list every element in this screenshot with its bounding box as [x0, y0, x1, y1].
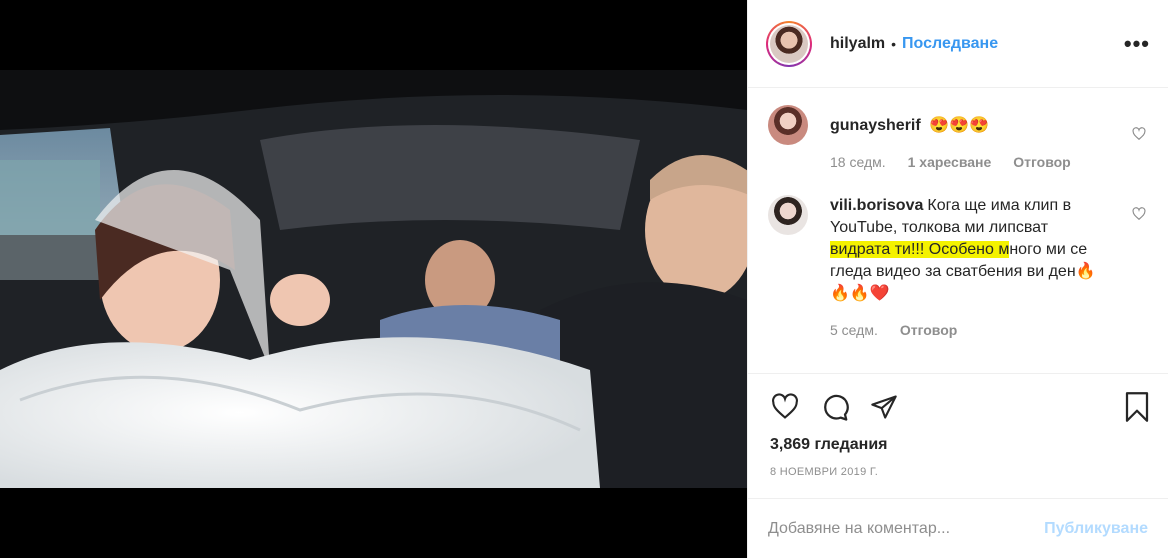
- comment-body: vili.borisova Кога ще има клип в YouTube,…: [830, 195, 1110, 341]
- add-comment-bar: Добавяне на коментар... Публикуване: [748, 498, 1168, 558]
- comment-item: vili.borisova Кога ще има клип в YouTube,…: [748, 173, 1168, 341]
- action-icons: [770, 392, 1150, 422]
- reply-button[interactable]: Отговор: [1013, 151, 1070, 173]
- commenter-avatar[interactable]: [768, 105, 808, 145]
- author-avatar[interactable]: [766, 20, 812, 67]
- like-comment-heart-icon[interactable]: [1132, 127, 1146, 141]
- post-panel: hilyalm • Последване ••• gunaysherif 😍😍😍…: [747, 0, 1168, 558]
- post-header: hilyalm • Последване •••: [748, 0, 1168, 88]
- comment-text: 😍😍😍: [929, 117, 989, 134]
- reply-button[interactable]: Отговор: [900, 319, 957, 341]
- comment-meta: 18 седм. 1 харесване Отговор: [830, 151, 1110, 173]
- commenter-avatar[interactable]: [768, 195, 808, 235]
- post-date[interactable]: 8 НОЕМВРИ 2019 Г.: [770, 466, 1150, 478]
- comment-item: gunaysherif 😍😍😍 18 седм. 1 харесване Отг…: [748, 89, 1168, 173]
- post-actions: 3,869 гледания 8 НОЕМВРИ 2019 Г.: [748, 373, 1168, 478]
- commenter-username[interactable]: vili.borisova: [830, 197, 923, 214]
- follow-button[interactable]: Последване: [902, 35, 998, 53]
- separator-dot: •: [891, 35, 897, 52]
- comments-list: gunaysherif 😍😍😍 18 седм. 1 харесване Отг…: [748, 89, 1168, 373]
- comment-body: gunaysherif 😍😍😍 18 седм. 1 харесване Отг…: [830, 105, 1110, 173]
- publish-button[interactable]: Публикуване: [1044, 520, 1148, 538]
- comment-time[interactable]: 18 седм.: [830, 151, 886, 173]
- author-username[interactable]: hilyalm: [830, 35, 885, 53]
- comment-meta: 5 седм. Отговор: [830, 319, 1110, 341]
- like-comment-heart-icon[interactable]: [1132, 207, 1146, 221]
- video-frame: [0, 70, 747, 488]
- share-paper-plane-icon[interactable]: [870, 393, 898, 421]
- bookmark-icon[interactable]: [1124, 392, 1150, 422]
- views-count[interactable]: 3,869 гледания: [770, 436, 1150, 454]
- comment-input[interactable]: Добавяне на коментар...: [768, 520, 1044, 538]
- comment-bubble-icon[interactable]: [820, 392, 850, 422]
- comment-likes[interactable]: 1 харесване: [908, 151, 992, 173]
- commenter-username[interactable]: gunaysherif: [830, 117, 921, 134]
- like-heart-icon[interactable]: [770, 393, 800, 421]
- more-options-icon[interactable]: •••: [1124, 31, 1150, 57]
- video-player[interactable]: [0, 70, 747, 488]
- comment-text-highlight: видрата ти!!! Особено м: [830, 241, 1010, 258]
- comment-time[interactable]: 5 седм.: [830, 319, 878, 341]
- avatar-image: [770, 24, 808, 63]
- media-pane: [0, 0, 747, 558]
